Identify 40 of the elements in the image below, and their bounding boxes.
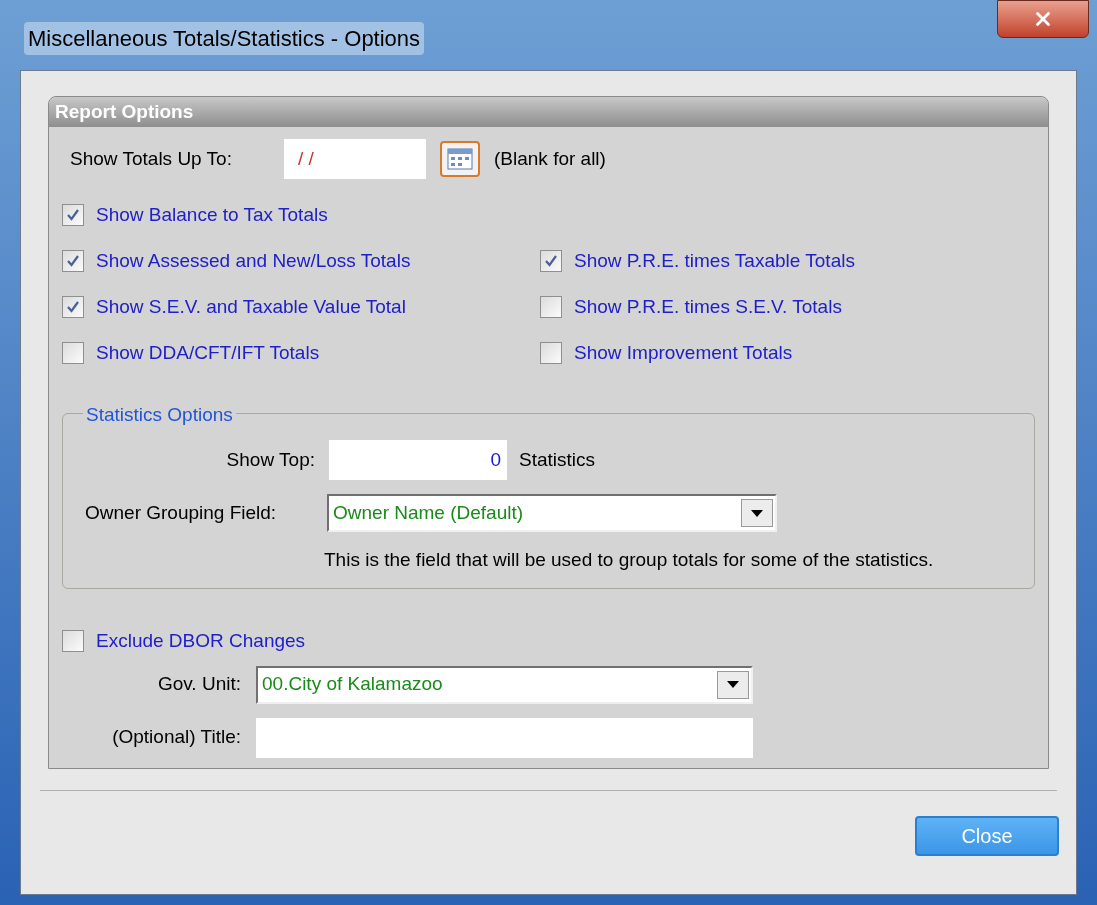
dropdown-arrow-icon bbox=[727, 681, 739, 688]
checkmark-icon bbox=[544, 254, 558, 269]
gov-unit-label: Gov. Unit: bbox=[156, 672, 241, 697]
checkbox-label[interactable]: Show P.R.E. times Taxable Totals bbox=[574, 247, 855, 276]
checkbox[interactable] bbox=[540, 296, 562, 319]
calendar-icon bbox=[447, 148, 473, 170]
panel-header: Report Options bbox=[49, 97, 1048, 127]
show-top-label: Show Top: bbox=[225, 447, 315, 472]
close-window-button[interactable] bbox=[997, 0, 1089, 38]
dropdown[interactable]: Owner Name (Default) bbox=[327, 494, 777, 532]
checkbox-label[interactable]: Show S.E.V. and Taxable Value Total bbox=[96, 293, 406, 322]
show-totals-label: Show Totals Up To: bbox=[70, 146, 233, 171]
checkbox[interactable] bbox=[62, 296, 84, 319]
checkbox-label[interactable]: Show DDA/CFT/IFT Totals bbox=[96, 339, 320, 368]
grouping-note: This is the field that will be used to group totals for some of the statistics. bbox=[324, 548, 935, 572]
checkbox-label[interactable]: Exclude DBOR Changes bbox=[96, 627, 306, 656]
checkmark-icon bbox=[66, 254, 80, 269]
date-field[interactable]: / / bbox=[284, 139, 426, 179]
checkbox-label[interactable]: Show Balance to Tax Totals bbox=[96, 201, 328, 230]
checkbox[interactable] bbox=[62, 630, 84, 653]
dropdown-arrow-icon bbox=[751, 509, 763, 517]
title-field[interactable] bbox=[256, 717, 753, 758]
checkmark-icon bbox=[66, 208, 80, 223]
grouping-label: Owner Grouping Field: bbox=[85, 500, 278, 525]
blank-hint: (Blank for all) bbox=[494, 146, 606, 171]
checkmark-icon bbox=[66, 300, 80, 315]
checkbox[interactable] bbox=[540, 250, 562, 273]
checkbox[interactable] bbox=[62, 342, 84, 365]
show-top-field[interactable]: 0 bbox=[329, 440, 507, 480]
optional-title-label: (Optional) Title: bbox=[111, 725, 241, 750]
statistics-label: Statistics bbox=[519, 447, 596, 472]
checkbox-label[interactable]: Show P.R.E. times S.E.V. Totals bbox=[574, 293, 842, 322]
calendar-button[interactable] bbox=[440, 141, 480, 177]
dropdown[interactable]: 00.City of Kalamazoo bbox=[256, 665, 753, 704]
checkbox[interactable] bbox=[62, 250, 84, 273]
checkbox-label[interactable]: Show Assessed and New/Loss Totals bbox=[96, 247, 411, 276]
checkbox[interactable] bbox=[540, 342, 562, 365]
checkbox-label[interactable]: Show Improvement Totals bbox=[574, 339, 793, 368]
window-title: Miscellaneous Totals/Statistics - Options bbox=[24, 22, 425, 55]
checkbox[interactable] bbox=[62, 204, 84, 227]
